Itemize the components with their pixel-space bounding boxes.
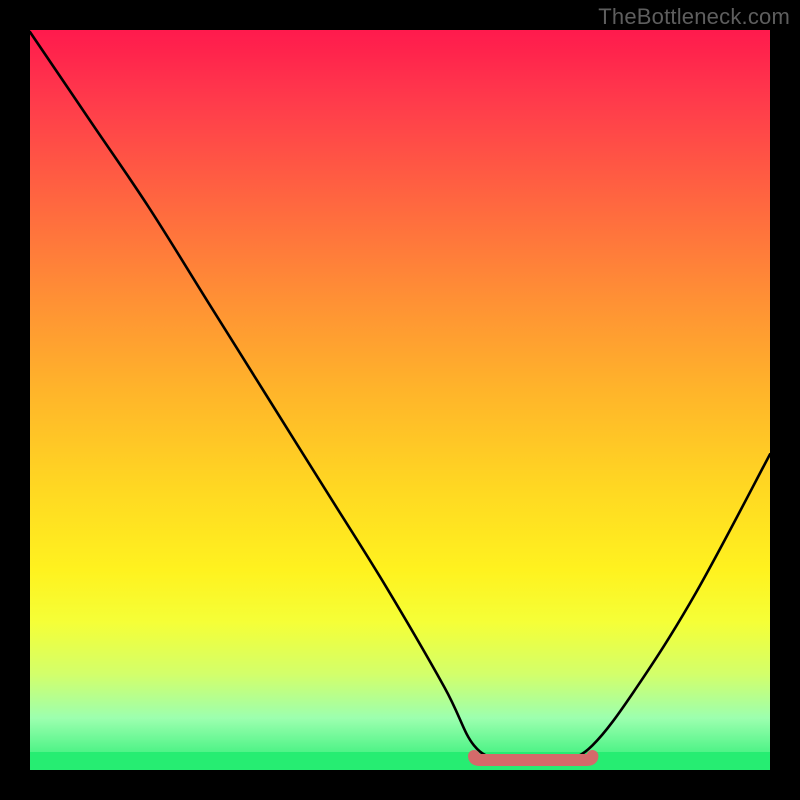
- watermark-text: TheBottleneck.com: [598, 4, 790, 30]
- bottleneck-curve-path: [30, 32, 770, 761]
- flat-bottom-highlight: [474, 756, 592, 760]
- plot-area: [30, 30, 770, 770]
- chart-frame: TheBottleneck.com: [0, 0, 800, 800]
- chart-svg: [30, 30, 770, 770]
